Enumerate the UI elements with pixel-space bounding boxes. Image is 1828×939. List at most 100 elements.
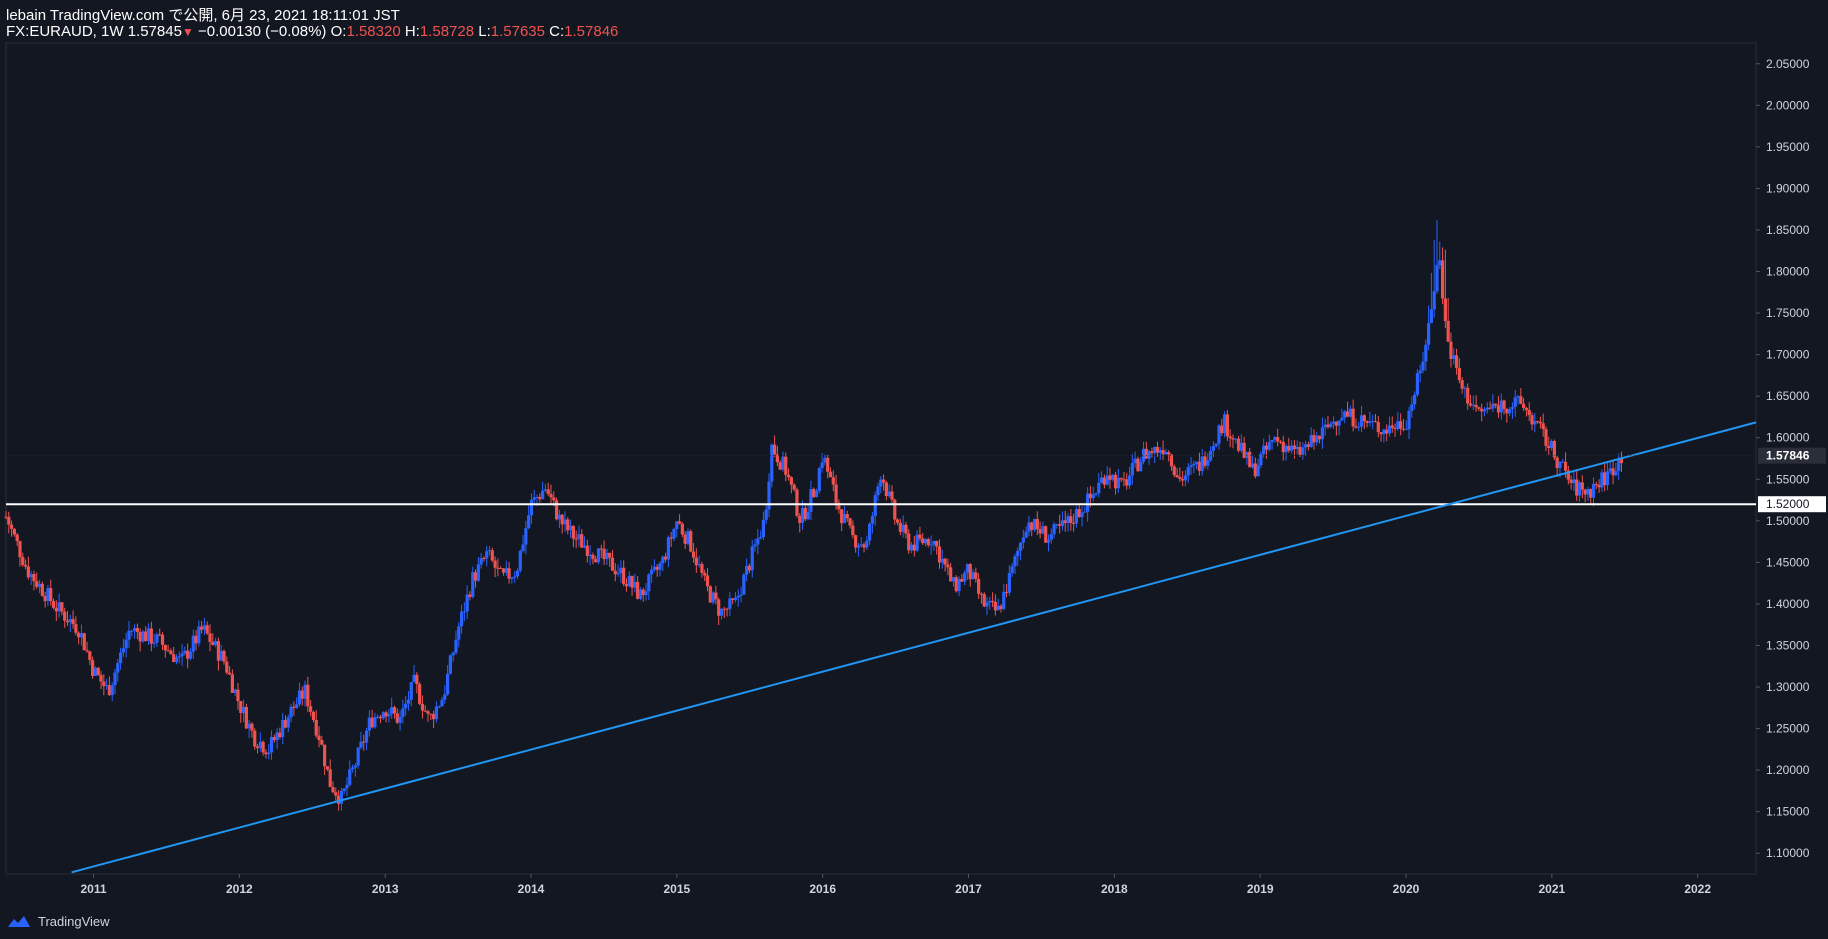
candle-body: [303, 684, 307, 699]
candle-body: [929, 544, 933, 546]
candle-body: [197, 626, 201, 644]
candle-body: [1323, 424, 1327, 428]
candle-body: [473, 572, 478, 581]
candle-body: [292, 706, 296, 709]
x-tick-label: 2016: [809, 882, 836, 896]
candle-body: [596, 548, 601, 563]
candle-body: [1169, 454, 1174, 467]
candle-body: [1262, 445, 1266, 455]
candle-body: [778, 462, 782, 470]
tradingview-logo[interactable]: TradingView: [6, 913, 110, 929]
candle-body: [1524, 407, 1529, 410]
candle-body: [669, 537, 673, 539]
candle-body: [26, 566, 30, 578]
price-chart[interactable]: 1.10000 1.15000 1.20000 1.25000 1.30000 1.350…: [0, 0, 1828, 939]
candle-body: [532, 497, 536, 500]
candle-body: [761, 519, 766, 538]
candle-body: [1471, 404, 1475, 406]
candle-body: [163, 644, 167, 651]
candle-body: [689, 531, 693, 552]
candle-body: [1407, 410, 1411, 430]
candle-body: [633, 581, 637, 588]
candle-body: [356, 747, 360, 766]
last-price-label: 1.57846: [1766, 449, 1810, 463]
candle-body: [1301, 447, 1305, 455]
candle-body: [1499, 400, 1503, 413]
candle-body: [23, 565, 28, 567]
candle-body: [1052, 524, 1056, 535]
candle-body: [1021, 537, 1025, 543]
candle-body: [373, 717, 377, 728]
candle-body: [663, 556, 668, 560]
candle-body: [1010, 566, 1014, 573]
candle-body: [786, 474, 791, 478]
candle-body: [666, 537, 670, 560]
candle-body: [1200, 456, 1204, 471]
candle-body: [233, 689, 237, 693]
candle-body: [887, 491, 891, 496]
candle-body: [831, 477, 835, 485]
candle-body: [622, 567, 626, 585]
candle-body: [152, 642, 156, 644]
candle-body: [1340, 417, 1344, 421]
candle-body: [1594, 483, 1598, 485]
candle-body: [4, 516, 8, 518]
candle-body: [543, 489, 548, 491]
candle-body: [580, 534, 584, 548]
candle-body: [130, 630, 134, 632]
candle-body: [764, 509, 768, 520]
candle-body: [490, 550, 494, 561]
candle-body: [812, 489, 816, 498]
candle-body: [1371, 421, 1375, 423]
candle-body: [9, 524, 14, 529]
candle-body: [1245, 451, 1249, 458]
candle-body: [1533, 421, 1537, 425]
candle-body: [881, 479, 886, 483]
candle-body: [222, 650, 226, 662]
candle-body: [445, 673, 450, 695]
candle-body: [719, 608, 724, 616]
candle-body: [1287, 445, 1291, 451]
candle-body: [521, 544, 525, 551]
candle-body: [711, 592, 715, 603]
candle-body: [935, 540, 939, 547]
candle-body: [1007, 572, 1011, 593]
candle-body: [1488, 407, 1492, 409]
candle-body: [865, 540, 869, 548]
candle-body: [370, 717, 374, 728]
candle-body: [85, 650, 89, 652]
candle-body: [364, 730, 369, 743]
candle-body: [1278, 441, 1283, 443]
candle-body: [236, 689, 240, 702]
candle-body: [451, 652, 455, 656]
candle-body: [275, 732, 279, 741]
candle-body: [107, 685, 112, 696]
candle-body: [1077, 509, 1081, 518]
candle-body: [1220, 425, 1224, 434]
candle-body: [1614, 470, 1618, 476]
candle-body: [814, 490, 819, 498]
candle-body: [739, 594, 743, 596]
candle-body: [1270, 439, 1274, 443]
candle-body: [227, 672, 232, 675]
y-tick-label: 2.00000: [1766, 98, 1810, 112]
candle-body: [714, 592, 718, 600]
candle-body: [1211, 446, 1215, 451]
candle-body: [963, 572, 967, 582]
candle-body: [1304, 444, 1308, 448]
candle-body: [485, 551, 489, 559]
candle-body: [272, 737, 276, 741]
candle-body: [1306, 444, 1311, 447]
candle-body: [1583, 489, 1587, 495]
candle-body: [378, 716, 383, 719]
candle-body: [353, 765, 357, 768]
candle-body: [1099, 477, 1104, 483]
candle-body: [1443, 298, 1447, 321]
candle-body: [1273, 437, 1277, 440]
candle-body: [1130, 463, 1134, 476]
candle-body: [18, 541, 22, 558]
candle-body: [1343, 411, 1347, 418]
x-tick-label: 2014: [518, 882, 545, 896]
candle-body: [560, 514, 564, 525]
candle-body: [1477, 407, 1481, 409]
